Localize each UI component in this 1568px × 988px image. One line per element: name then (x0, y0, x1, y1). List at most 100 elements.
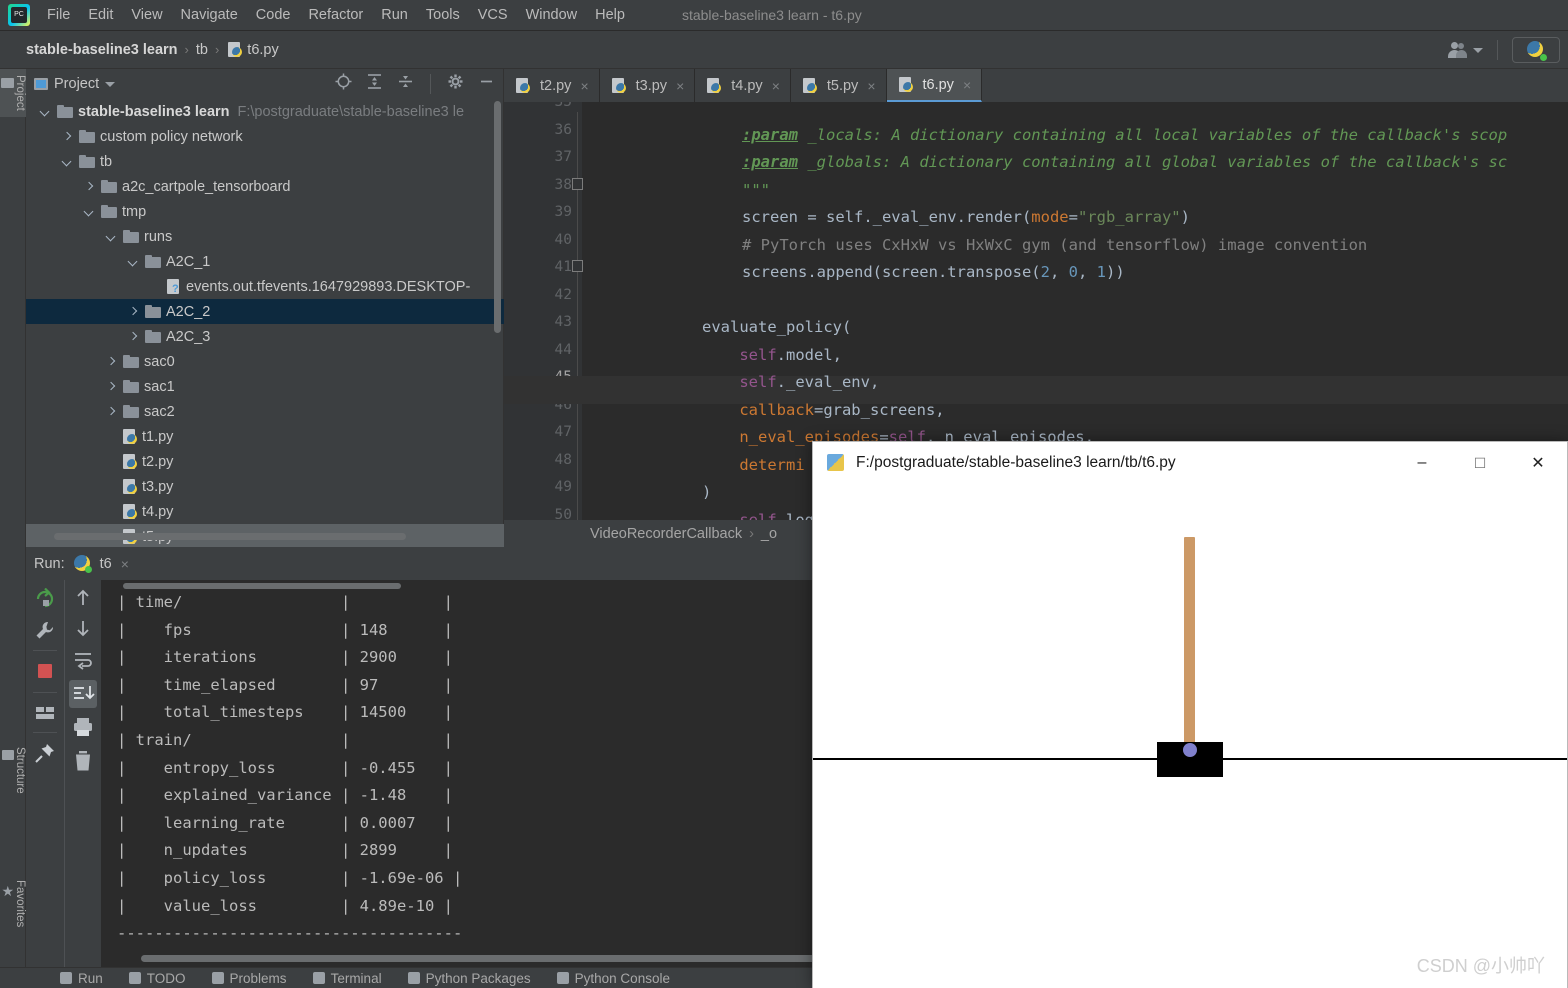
editor-tab-t3-py[interactable]: t3.py × (600, 69, 696, 102)
code-line[interactable]: ) (582, 479, 711, 507)
arrow-down-icon[interactable] (73, 618, 93, 643)
menu-item-code[interactable]: Code (247, 4, 300, 26)
tree-item[interactable]: t2.py (26, 449, 504, 474)
status-bar-item-run[interactable]: Run (60, 971, 103, 986)
tree-item[interactable]: stable-baseline3 learn F:\postgraduate\st… (26, 99, 504, 124)
status-bar-item-python-console[interactable]: Python Console (556, 971, 670, 986)
tree-item[interactable]: runs (26, 224, 504, 249)
layout-icon[interactable] (34, 702, 56, 729)
scroll-to-end-icon[interactable] (69, 680, 97, 708)
console-top-scrollbar[interactable] (123, 583, 401, 589)
menu-item-window[interactable]: Window (517, 4, 587, 26)
code-line[interactable]: screen = self._eval_env.render(mode="rgb… (582, 204, 1190, 232)
menu-item-refactor[interactable]: Refactor (299, 4, 372, 26)
close-icon[interactable]: × (676, 78, 684, 94)
chevron-down-icon[interactable] (104, 230, 118, 244)
tree-item[interactable]: sac0 (26, 349, 504, 374)
tree-item[interactable]: tmp (26, 199, 504, 224)
breadcrumb-folder-tb[interactable]: tb (196, 42, 208, 58)
console-horizontal-scrollbar[interactable] (141, 955, 821, 962)
chevron-right-icon[interactable] (104, 355, 118, 369)
editor-tab-t5-py[interactable]: t5.py × (791, 69, 887, 102)
tree-item[interactable]: tb (26, 149, 504, 174)
menu-item-run[interactable]: Run (372, 4, 417, 26)
rerun-icon[interactable] (34, 587, 56, 615)
collapse-all-icon[interactable] (397, 73, 414, 95)
close-icon[interactable]: × (867, 78, 875, 94)
rail-button-structure[interactable]: Structure (0, 741, 26, 800)
stop-icon[interactable] (34, 660, 56, 687)
breadcrumb-file-t6[interactable]: t6.py (247, 42, 278, 58)
tree-item[interactable]: t4.py (26, 499, 504, 524)
chevron-right-icon[interactable] (126, 330, 140, 344)
pin-icon[interactable] (34, 742, 56, 769)
project-tree[interactable]: stable-baseline3 learn F:\postgraduate\st… (26, 99, 504, 547)
code-line[interactable]: :param _locals: A dictionary containing … (582, 122, 1507, 150)
close-icon[interactable]: × (121, 556, 129, 572)
code-line[interactable]: """ (582, 177, 770, 205)
rail-button-project[interactable]: Project (0, 69, 26, 117)
maximize-icon[interactable]: ☐ (1451, 442, 1509, 484)
menu-item-edit[interactable]: Edit (79, 4, 122, 26)
minimize-icon[interactable]: – (1393, 442, 1451, 484)
print-icon[interactable] (72, 716, 94, 743)
tree-item[interactable]: A2C_1 (26, 249, 504, 274)
tree-item[interactable]: A2C_2 (26, 299, 504, 324)
chevron-right-icon[interactable] (60, 130, 74, 144)
editor-tab-t4-py[interactable]: t4.py × (695, 69, 791, 102)
breadcrumb-method[interactable]: _o (761, 526, 777, 542)
editor-tab-t6-py[interactable]: t6.py × (886, 69, 983, 102)
code-line[interactable]: screens.append(screen.transpose(2, 0, 1)… (582, 259, 1125, 287)
code-line[interactable]: :param _globals: A dictionary containing… (582, 149, 1507, 177)
code-line[interactable]: self.model, (582, 342, 842, 370)
arrow-up-icon[interactable] (73, 588, 93, 613)
close-icon[interactable]: × (963, 77, 971, 93)
run-config-name[interactable]: t6 (100, 556, 112, 572)
menu-item-navigate[interactable]: Navigate (172, 4, 247, 26)
code-line[interactable]: # PyTorch uses CxHxW vs HxWxC gym (and t… (582, 232, 1367, 260)
menu-item-file[interactable]: File (38, 4, 79, 26)
chevron-down-icon[interactable] (1473, 47, 1483, 53)
status-bar-item-problems[interactable]: Problems (211, 971, 287, 986)
code-line[interactable]: callback=grab_screens, (582, 397, 944, 425)
close-icon[interactable]: × (580, 78, 588, 94)
soft-wrap-icon[interactable] (73, 650, 93, 675)
chevron-down-icon[interactable] (82, 205, 96, 219)
chevron-down-icon[interactable] (38, 105, 52, 119)
tree-item[interactable]: A2C_3 (26, 324, 504, 349)
tree-item[interactable]: t3.py (26, 474, 504, 499)
chevron-right-icon[interactable] (104, 380, 118, 394)
close-icon[interactable]: ✕ (1509, 442, 1567, 484)
status-bar-item-python-packages[interactable]: Python Packages (407, 971, 531, 986)
project-horizontal-scrollbar[interactable] (54, 533, 406, 540)
menu-item-tools[interactable]: Tools (417, 4, 469, 26)
status-bar-item-terminal[interactable]: Terminal (312, 971, 382, 986)
close-icon[interactable]: × (772, 78, 780, 94)
rail-button-favorites[interactable]: Favorites ★ (0, 874, 26, 933)
settings-gear-icon[interactable] (447, 73, 464, 95)
chevron-right-icon[interactable] (104, 405, 118, 419)
expand-all-icon[interactable] (366, 73, 383, 95)
editor-tab-t2-py[interactable]: t2.py × (504, 69, 600, 102)
status-bar-item-todo[interactable]: TODO (128, 971, 186, 986)
tree-item[interactable]: sac2 (26, 399, 504, 424)
tree-item[interactable]: events.out.tfevents.1647929893.DESKTOP- (26, 274, 504, 299)
code-line[interactable]: self._eval_env, (582, 369, 879, 397)
wrench-settings-icon[interactable] (34, 620, 56, 647)
breadcrumb-project[interactable]: stable-baseline3 learn (26, 42, 178, 58)
chevron-down-icon[interactable] (105, 81, 116, 87)
menu-item-view[interactable]: View (122, 4, 171, 26)
chevron-down-icon[interactable] (60, 155, 74, 169)
tree-item[interactable]: sac1 (26, 374, 504, 399)
tree-item[interactable]: custom policy network (26, 124, 504, 149)
hide-panel-icon[interactable] (478, 73, 495, 95)
project-vertical-scrollbar[interactable] (494, 101, 501, 333)
chevron-right-icon[interactable] (82, 180, 96, 194)
menu-item-help[interactable]: Help (586, 4, 634, 26)
code-line[interactable]: determi (582, 452, 804, 480)
person-icon[interactable] (1447, 42, 1467, 58)
chevron-down-icon[interactable] (126, 255, 140, 269)
menu-item-vcs[interactable]: VCS (469, 4, 517, 26)
python-run-config-icon[interactable] (1512, 37, 1560, 63)
code-line[interactable]: evaluate_policy( (582, 314, 851, 342)
